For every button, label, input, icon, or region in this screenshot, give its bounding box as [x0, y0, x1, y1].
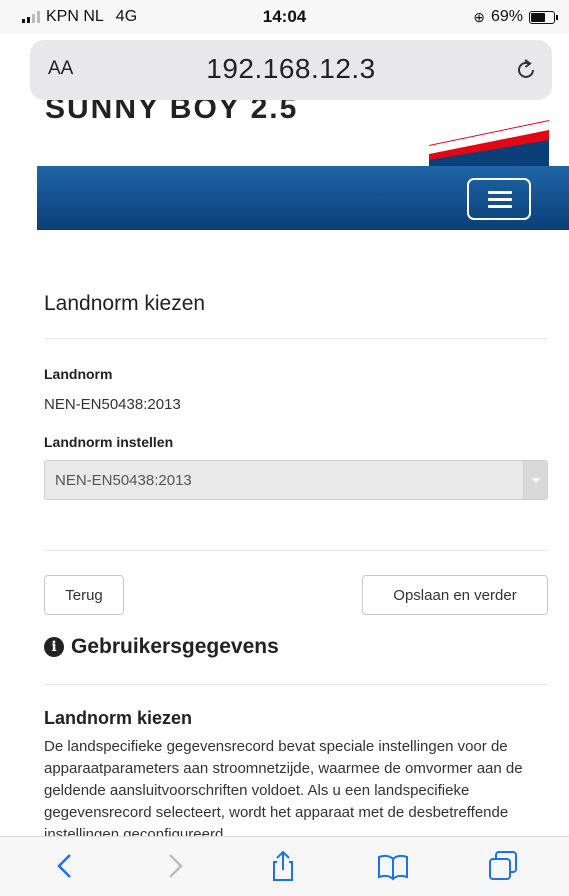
select-value: NEN-EN50438:2013 [55, 472, 192, 489]
help-text: De landspecifieke gegevensrecord bevat s… [44, 738, 523, 836]
current-norm-label: Landnorm [44, 366, 113, 382]
info-heading-text: Gebruikersgegevens [71, 635, 279, 658]
status-bar: KPN NL 4G 14:04 ⊕ 69% [0, 0, 569, 34]
current-norm-value: NEN-EN50438:2013 [44, 396, 181, 413]
browser-toolbar [0, 836, 569, 896]
info-icon: i [44, 637, 64, 657]
battery-icon [529, 10, 558, 24]
help-title: Landnorm kiezen [44, 708, 193, 728]
chevron-down-icon[interactable] [523, 461, 547, 499]
status-right: ⊕ 69% [473, 8, 558, 26]
brand-name: SUNNY BOY 2.5 [45, 100, 299, 125]
url-text[interactable]: 192.168.12.3 [30, 53, 552, 85]
forward-icon[interactable] [158, 849, 192, 883]
brand-header: SUNNY BOY 2.5 [37, 100, 569, 166]
bookmarks-icon[interactable] [376, 849, 410, 883]
country-norm-select[interactable]: NEN-EN50438:2013 [44, 460, 548, 500]
info-heading: i Gebruikersgegevens [44, 635, 279, 659]
tabs-icon[interactable] [486, 849, 520, 883]
orientation-lock-icon: ⊕ [473, 8, 485, 25]
web-page: SUNNY BOY 2.5 Landnorm kiezen Landnorm N… [37, 100, 569, 836]
back-button[interactable]: Terug [44, 575, 124, 615]
address-bar[interactable]: AA 192.168.12.3 [30, 40, 552, 100]
back-icon[interactable] [48, 849, 82, 883]
reload-icon[interactable] [512, 56, 540, 84]
top-navbar [37, 166, 569, 230]
divider [44, 338, 548, 339]
page-title: Landnorm kiezen [44, 292, 206, 315]
save-and-continue-button[interactable]: Opslaan en verder [362, 575, 548, 615]
sma-logo [429, 120, 549, 166]
divider [44, 684, 548, 685]
menu-button[interactable] [467, 178, 531, 220]
share-icon[interactable] [266, 849, 300, 883]
divider [44, 550, 548, 551]
battery-percent: 69% [490, 8, 523, 25]
set-norm-label: Landnorm instellen [44, 434, 174, 450]
